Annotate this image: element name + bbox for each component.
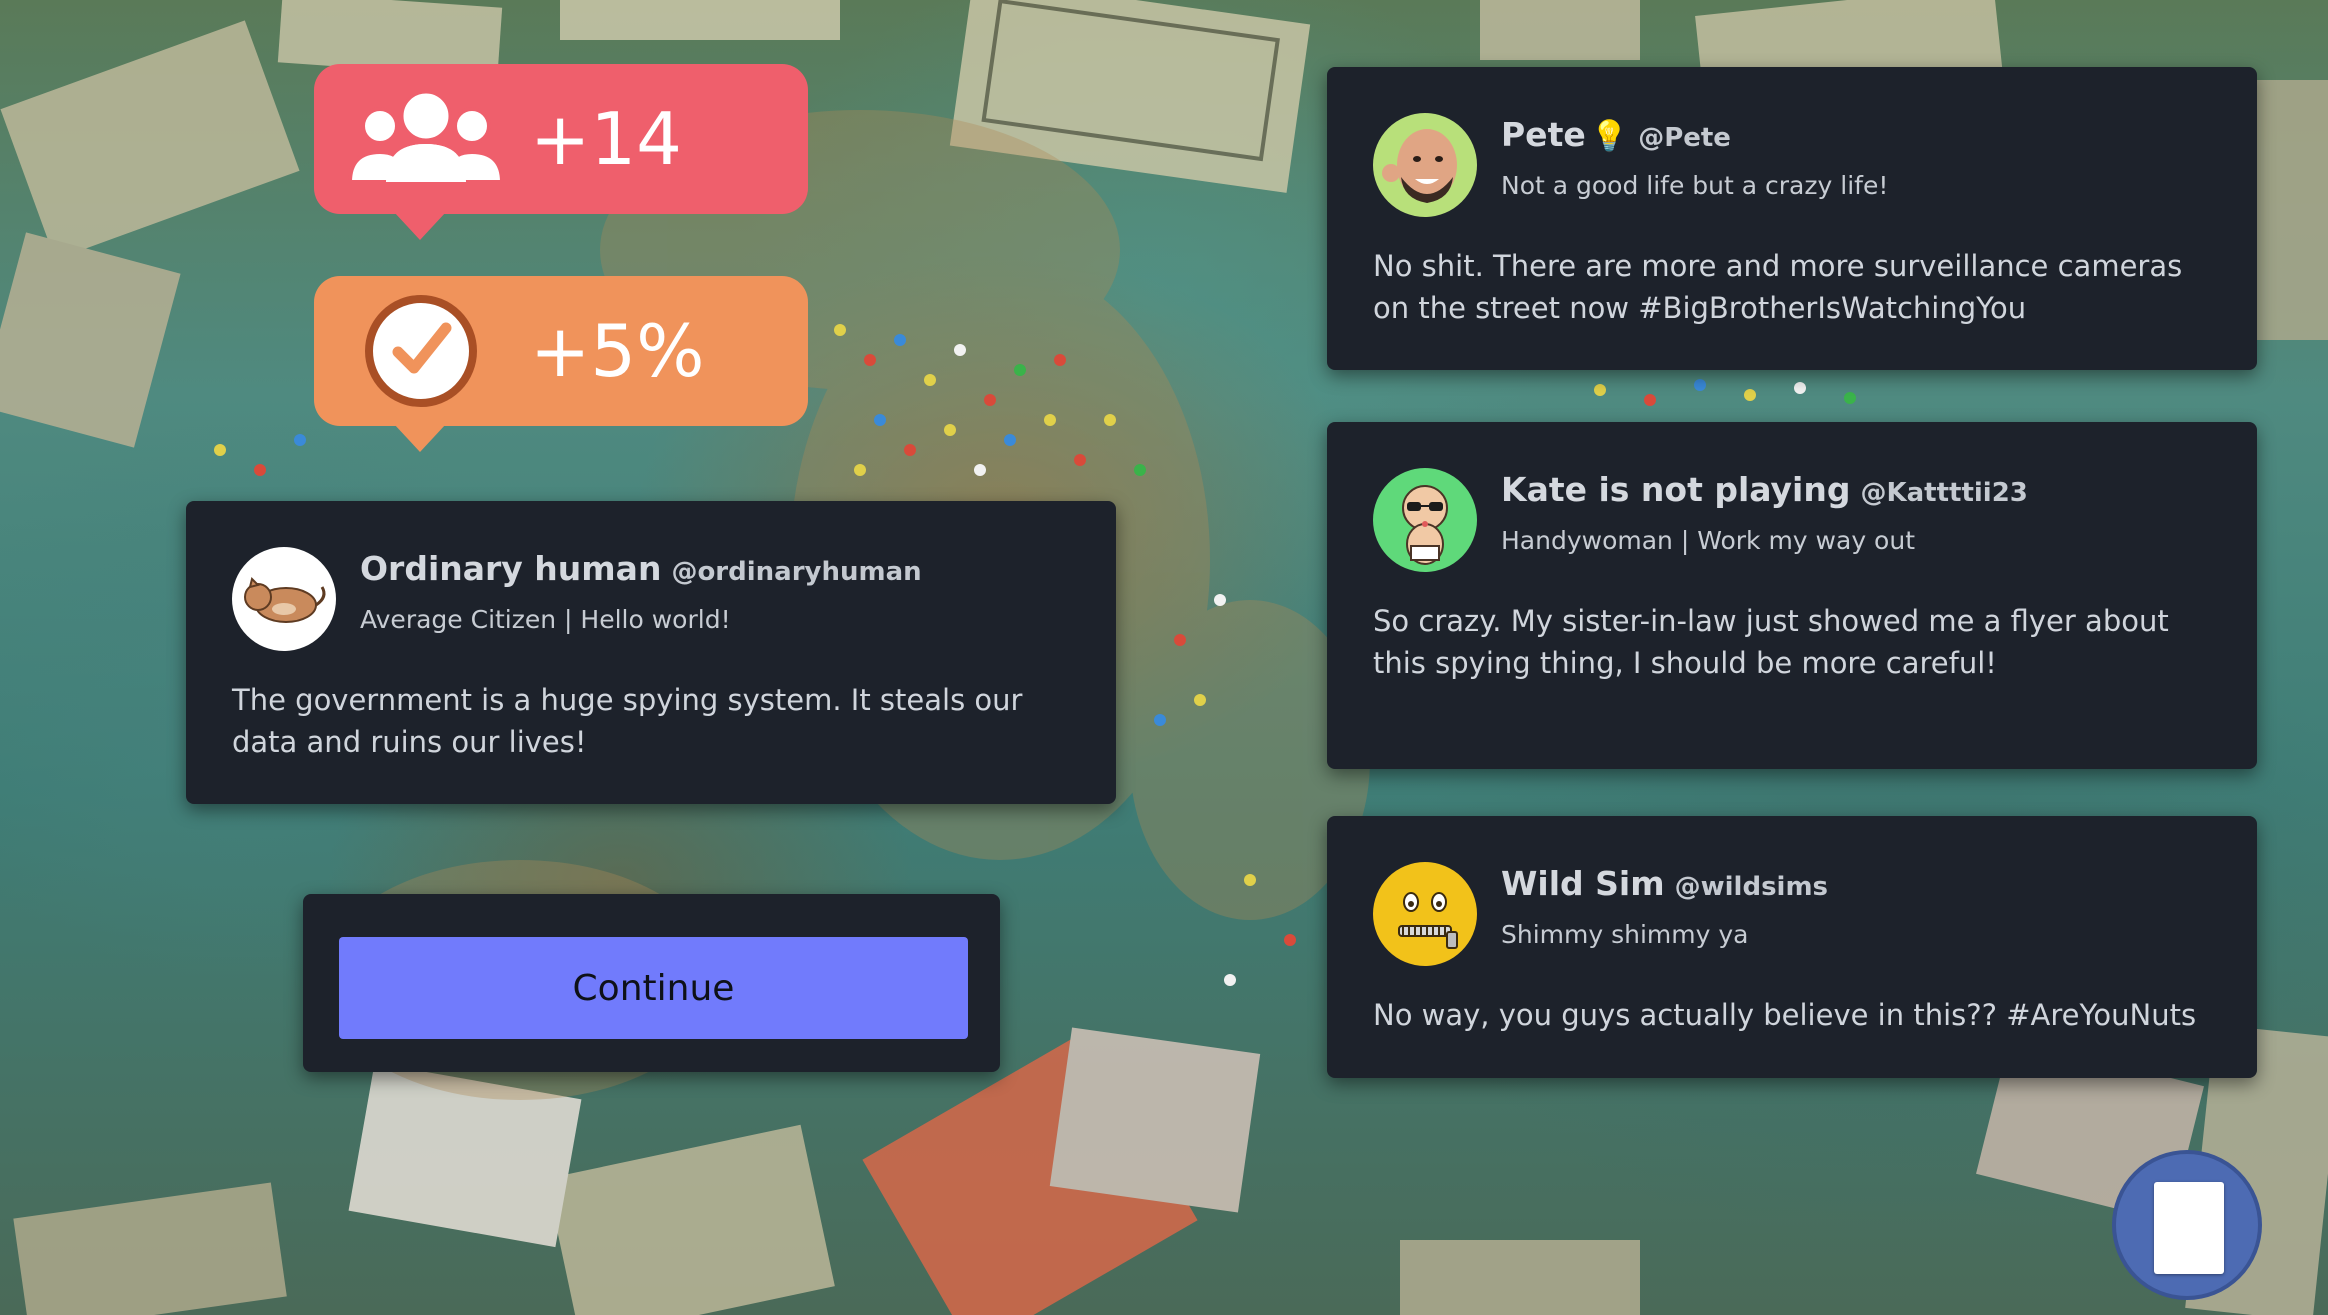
author-name[interactable]: Kate is not playing (1501, 470, 1850, 509)
author-line: Wild Sim @wildsims (1501, 864, 1828, 903)
author-handle[interactable]: @ordinaryhuman (671, 557, 921, 587)
followers-change-value: +14 (530, 97, 682, 181)
badge-tail (394, 212, 446, 240)
author-bio: Handywoman | Work my way out (1501, 526, 1916, 555)
author-name[interactable]: Ordinary human (360, 549, 661, 588)
notepad-button[interactable] (2112, 1150, 2262, 1300)
users-icon (347, 90, 505, 184)
post-text: No way, you guys actually believe in thi… (1373, 998, 2197, 1032)
badge-tail (394, 424, 446, 452)
post-text: The government is a huge spying system. … (232, 683, 1023, 759)
reply-card: Wild Sim @wildsims Shimmy shimmy ya No wa… (1327, 816, 2257, 1078)
avatar (1373, 468, 1477, 572)
author-line: Pete 💡 @Pete (1501, 115, 1731, 154)
author-handle[interactable]: @wildsims (1675, 872, 1828, 902)
author-name[interactable]: Pete (1501, 115, 1586, 154)
author-handle[interactable]: @Pete (1638, 123, 1731, 153)
author-line: Ordinary human @ordinaryhuman (360, 549, 922, 588)
reply-card: Pete 💡 @Pete Not a good life but a crazy … (1327, 67, 2257, 370)
author-handle[interactable]: @Kattttii23 (1860, 478, 2027, 508)
checkmark-circle-icon (365, 295, 477, 407)
author-line: Kate is not playing @Kattttii23 (1501, 470, 2028, 509)
avatar (1373, 862, 1477, 966)
avatar (232, 547, 336, 651)
author-name[interactable]: Wild Sim (1501, 864, 1665, 903)
continue-panel: Continue (303, 894, 1000, 1072)
post-text: So crazy. My sister-in-law just showed m… (1373, 604, 2169, 680)
continue-button[interactable]: Continue (339, 937, 968, 1039)
trust-change-value: +5% (530, 309, 705, 393)
trust-change-badge: +5% (314, 276, 808, 452)
man-face-avatar-icon (1382, 129, 1457, 203)
main-post-card: Ordinary human @ordinaryhuman Average Cit… (186, 501, 1116, 804)
author-bio: Shimmy shimmy ya (1501, 920, 1749, 949)
baby-sunglasses-avatar-icon (1402, 485, 1448, 565)
author-bio: Not a good life but a crazy life! (1501, 171, 1889, 200)
cat-avatar-icon (244, 577, 326, 623)
reply-card: Kate is not playing @Kattttii23 Handywoma… (1327, 422, 2257, 769)
zipper-mouth-face-icon (1398, 892, 1458, 949)
lightbulb-icon: 💡 (1590, 119, 1629, 154)
post-text: No shit. There are more and more surveil… (1373, 249, 2183, 325)
followers-change-badge: +14 (314, 64, 808, 240)
notepad-icon (2154, 1182, 2224, 1274)
avatar (1373, 113, 1477, 217)
author-bio: Average Citizen | Hello world! (360, 605, 731, 634)
